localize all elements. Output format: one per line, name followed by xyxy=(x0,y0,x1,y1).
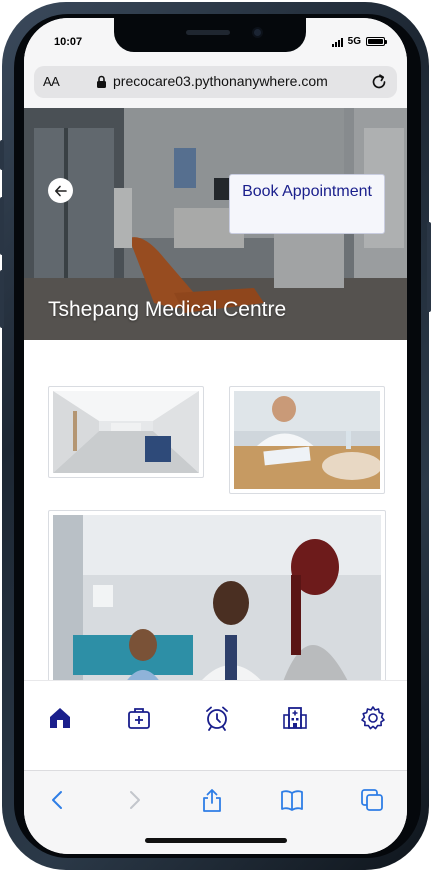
arrow-left-icon xyxy=(54,185,67,196)
forward-icon[interactable] xyxy=(121,787,147,813)
home-indicator xyxy=(145,838,287,843)
book-appointment-button[interactable]: Book Appointment xyxy=(229,174,385,234)
back-icon[interactable] xyxy=(45,787,71,813)
hero-banner: Book Appointment Tshepang Medical Centre xyxy=(24,108,407,340)
url-text: precocare03.pythonanywhere.com xyxy=(113,73,328,89)
gallery-photo-doctor-patient[interactable] xyxy=(48,510,386,680)
settings-icon[interactable] xyxy=(360,705,386,731)
screen: 10:07 5G AA precocare03.pythonanywhere.c… xyxy=(24,18,407,854)
battery-icon xyxy=(366,37,387,46)
text-size-button[interactable]: AA xyxy=(43,74,60,89)
status-bar: 10:07 5G xyxy=(24,18,407,66)
medical-kit-icon[interactable] xyxy=(126,705,152,731)
front-camera xyxy=(252,27,263,38)
home-icon[interactable] xyxy=(47,705,73,731)
tabs-icon[interactable] xyxy=(359,787,385,813)
signal-icon xyxy=(331,37,343,47)
photo-gallery xyxy=(24,340,407,680)
bookmarks-icon[interactable] xyxy=(279,787,305,813)
lock-icon xyxy=(97,75,106,88)
volume-down-button xyxy=(0,270,4,328)
status-indicators: 5G xyxy=(331,36,387,47)
gallery-photo-consultation[interactable] xyxy=(229,386,385,494)
browser-address-area: AA precocare03.pythonanywhere.com xyxy=(24,66,407,108)
reload-icon[interactable] xyxy=(369,72,389,92)
alarm-clock-icon[interactable] xyxy=(204,705,230,731)
gallery-photo-corridor[interactable] xyxy=(48,386,204,478)
notch xyxy=(114,18,306,52)
back-button[interactable] xyxy=(48,178,73,203)
app-tab-bar xyxy=(24,680,407,770)
corridor-image xyxy=(53,391,199,473)
power-button xyxy=(427,222,431,312)
volume-up-button xyxy=(0,197,4,255)
doctor-patient-image xyxy=(53,515,381,680)
share-icon[interactable] xyxy=(199,787,225,813)
consultation-image xyxy=(234,391,380,489)
hospital-icon[interactable] xyxy=(282,705,308,731)
network-label: 5G xyxy=(347,36,361,47)
address-bar[interactable]: AA precocare03.pythonanywhere.com xyxy=(34,66,397,98)
mute-switch xyxy=(0,140,4,170)
clinic-title: Tshepang Medical Centre xyxy=(48,298,287,321)
speaker xyxy=(186,30,230,35)
status-time: 10:07 xyxy=(54,36,83,48)
